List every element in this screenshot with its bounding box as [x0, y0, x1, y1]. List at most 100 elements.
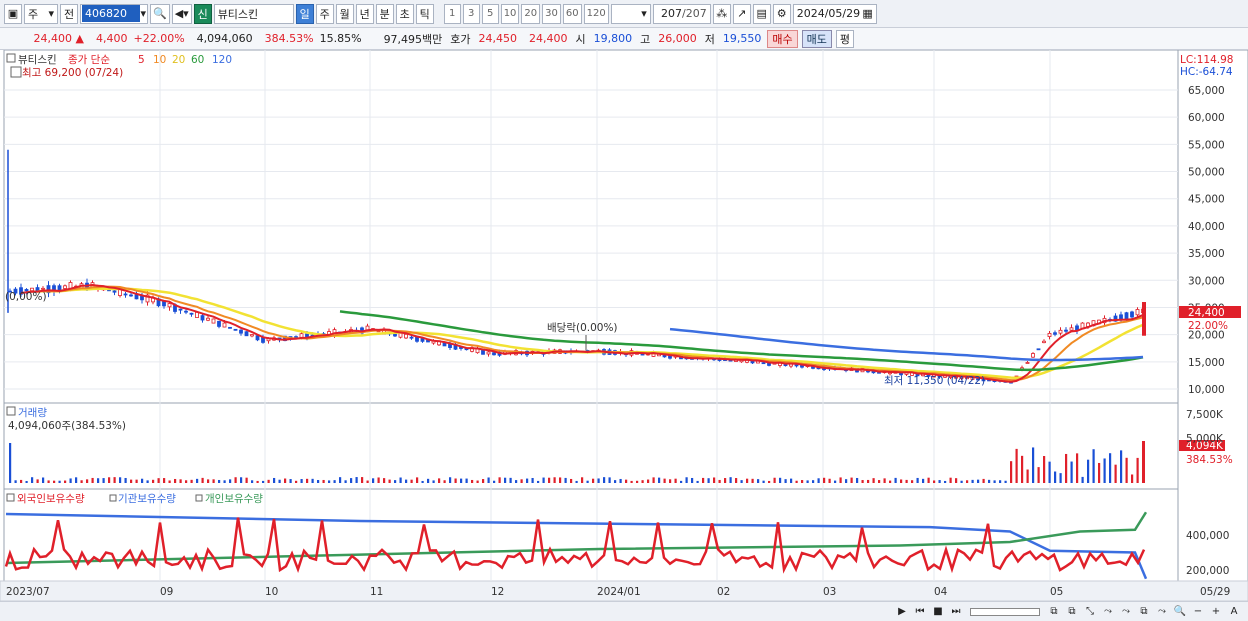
hold-tick-200k: 200,000: [1186, 565, 1229, 577]
period-tick[interactable]: 틱: [415, 3, 434, 24]
date-input[interactable]: 2024/05/29 ▦: [792, 3, 877, 24]
volume-bar: [823, 477, 826, 483]
rewind-icon[interactable]: ⏮: [912, 604, 928, 620]
volume-bar: [834, 480, 837, 483]
num-button[interactable]: 10: [500, 3, 520, 24]
price-pane[interactable]: [3, 50, 1179, 404]
tool-icon[interactable]: ⤳: [1154, 604, 1170, 620]
candle: [189, 312, 194, 315]
candle: [1031, 353, 1035, 358]
num-button[interactable]: 3: [462, 3, 480, 24]
stock-chart[interactable]: 65,000 60,000 55,000 50,000 45,000 40,000 35,0…: [0, 50, 1248, 601]
calendar-icon[interactable]: ▦: [862, 7, 872, 20]
tool-icon[interactable]: ⧉: [1046, 604, 1062, 620]
volume-bar: [53, 480, 56, 483]
volume-bar: [944, 480, 947, 483]
volume-bar: [113, 477, 116, 483]
volume-bar: [366, 480, 369, 483]
period-year[interactable]: 년: [355, 3, 374, 24]
volume-bar: [779, 477, 782, 483]
volume-bar: [586, 480, 589, 483]
hc-label: HC:-64.74: [1180, 66, 1233, 78]
zoom-icon[interactable]: 🔍: [1172, 604, 1188, 620]
toolbar: ▣ 주 ▾ 전 406820 ▾ 🔍 ◀▾ 신 뷰티스킨 일 주 월 년 분 초 틱…: [0, 0, 1248, 28]
minus-icon[interactable]: −: [1190, 604, 1206, 620]
candle: [41, 287, 45, 290]
volume-bar: [509, 477, 512, 483]
text-icon[interactable]: A: [1226, 604, 1242, 620]
num-button[interactable]: 1: [443, 3, 461, 24]
avg-button[interactable]: 평: [835, 29, 855, 48]
volume-bar: [223, 480, 226, 483]
chevron-down-icon: ▾: [48, 7, 54, 20]
forward-icon[interactable]: ⏭: [948, 604, 964, 620]
volume-bar: [922, 478, 925, 483]
code-input[interactable]: 406820 ▾: [80, 3, 148, 24]
speaker-icon[interactable]: ◀▾: [171, 3, 192, 24]
volume-bar: [201, 477, 204, 483]
search-icon[interactable]: 🔍: [150, 3, 170, 24]
num-button[interactable]: 120: [583, 3, 609, 24]
num-button[interactable]: 20: [521, 3, 541, 24]
volume-bar: [559, 477, 562, 483]
last-candle: [1142, 302, 1146, 336]
quote-bid: 24,450: [478, 32, 518, 45]
volume-bar: [86, 479, 89, 483]
num-button[interactable]: 60: [562, 3, 582, 24]
period-month[interactable]: 월: [335, 3, 354, 24]
volume-bar: [1010, 461, 1013, 483]
buy-button[interactable]: 매수: [767, 29, 798, 48]
scroll-right-icon[interactable]: ▶: [894, 604, 910, 620]
volume-bar: [999, 480, 1002, 483]
candle: [222, 322, 227, 328]
plus-icon[interactable]: +: [1208, 604, 1224, 620]
interval-select[interactable]: ▾: [610, 3, 651, 24]
volume-bar: [526, 478, 529, 483]
zoom-slider[interactable]: [970, 607, 1040, 616]
draw-icon[interactable]: ↗: [732, 3, 751, 24]
volume-bar: [256, 480, 259, 483]
volume-bar: [729, 477, 732, 483]
chart-menu-icon[interactable]: ▣: [4, 3, 22, 24]
x-tick-label: 03: [823, 586, 836, 598]
volume-bar: [812, 480, 815, 483]
tool-icon[interactable]: ⧉: [1064, 604, 1080, 620]
tool-icon[interactable]: ⤳: [1118, 604, 1134, 620]
num-button[interactable]: 5: [481, 3, 499, 24]
volume-bar: [806, 480, 809, 483]
volume-pane[interactable]: [3, 402, 1179, 490]
type-select[interactable]: 주 ▾: [24, 3, 58, 24]
volume-bar: [1054, 471, 1057, 483]
count-input[interactable]: 207/207: [652, 3, 711, 24]
candle: [1047, 332, 1052, 337]
period-second[interactable]: 초: [395, 3, 414, 24]
tool-icon[interactable]: ⤡: [1082, 604, 1098, 620]
quote-volume: 4,094,060: [196, 32, 253, 45]
price-tick-label: 45,000: [1188, 194, 1225, 206]
candle: [239, 329, 243, 334]
sell-button[interactable]: 매도: [801, 29, 832, 48]
stop-icon[interactable]: ■: [930, 604, 946, 620]
tool-icon[interactable]: ⤳: [1100, 604, 1116, 620]
volume-bar: [372, 478, 375, 483]
volume-bar: [1098, 462, 1101, 483]
period-week[interactable]: 주: [315, 3, 334, 24]
volume-bar: [762, 480, 765, 483]
gear-icon[interactable]: ⚙: [772, 3, 791, 24]
period-minute[interactable]: 분: [375, 3, 394, 24]
volume-bar: [168, 480, 171, 483]
volume-bar: [289, 479, 292, 483]
tool-icon[interactable]: ⧉: [1136, 604, 1152, 620]
prev-button[interactable]: 전: [60, 3, 78, 24]
period-day[interactable]: 일: [295, 3, 314, 24]
candle: [217, 320, 221, 327]
candle: [134, 294, 139, 300]
link-icon[interactable]: ⁂: [712, 3, 731, 24]
volume-bar: [25, 480, 28, 483]
volume-bar: [570, 478, 573, 483]
volume-bar: [493, 480, 496, 483]
num-button[interactable]: 30: [542, 3, 561, 24]
save-icon[interactable]: ▤: [752, 3, 771, 24]
stock-name[interactable]: 뷰티스킨: [213, 3, 294, 24]
volume-bar: [234, 477, 237, 483]
